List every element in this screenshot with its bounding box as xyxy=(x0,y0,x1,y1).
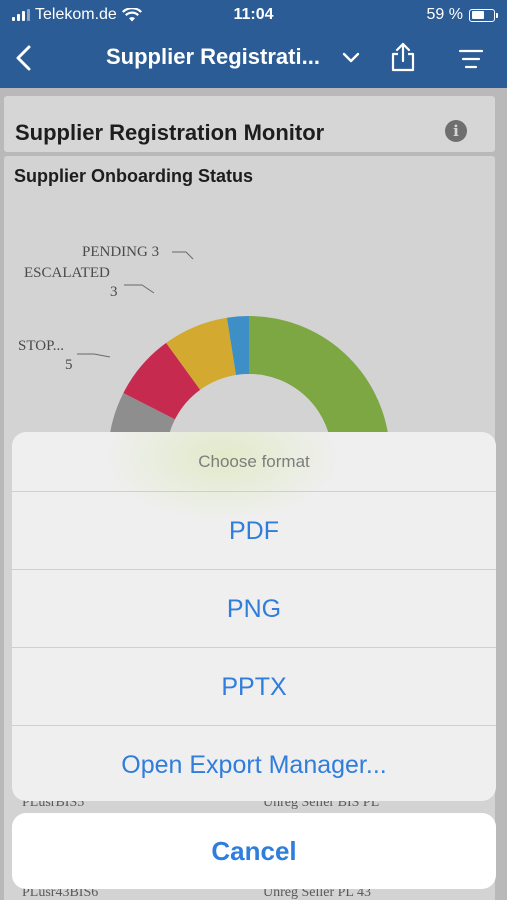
menu-icon[interactable] xyxy=(458,48,484,70)
slice-label: 3 xyxy=(110,284,118,300)
export-pptx-option[interactable]: PPTX xyxy=(12,648,496,726)
share-icon[interactable] xyxy=(390,42,416,72)
export-pdf-option[interactable]: PDF xyxy=(12,492,496,570)
leader-line xyxy=(172,251,194,260)
dashboard-header: Supplier Registration Monitor i xyxy=(4,96,495,152)
page-title: Supplier Registration Monitor xyxy=(15,120,325,145)
battery-icon xyxy=(469,8,498,22)
slice-label: PENDING 3 xyxy=(82,244,159,260)
chevron-down-icon[interactable] xyxy=(341,48,361,68)
export-png-option[interactable]: PNG xyxy=(12,570,496,648)
info-icon[interactable]: i xyxy=(445,120,467,142)
leader-line xyxy=(77,353,111,358)
status-bar: Telekom.de 11:04 59 % xyxy=(0,0,507,30)
back-chevron-icon[interactable] xyxy=(10,42,40,74)
open-export-manager-option[interactable]: Open Export Manager... xyxy=(12,726,496,801)
navigation-bar: Supplier Registrati... xyxy=(0,30,507,88)
slice-label: 5 xyxy=(65,357,73,373)
battery-percent: 59 % xyxy=(426,6,463,23)
nav-title[interactable]: Supplier Registrati... xyxy=(106,44,338,70)
cancel-button[interactable]: Cancel xyxy=(12,813,496,889)
slice-label: STOP... xyxy=(18,338,64,354)
battery-status: 59 % xyxy=(426,6,498,24)
leader-line xyxy=(124,284,155,294)
export-action-sheet: Choose format PDF PNG PPTX Open Export M… xyxy=(12,432,496,801)
slice-label: ESCALATED xyxy=(24,265,110,281)
action-sheet-title: Choose format xyxy=(12,432,496,492)
